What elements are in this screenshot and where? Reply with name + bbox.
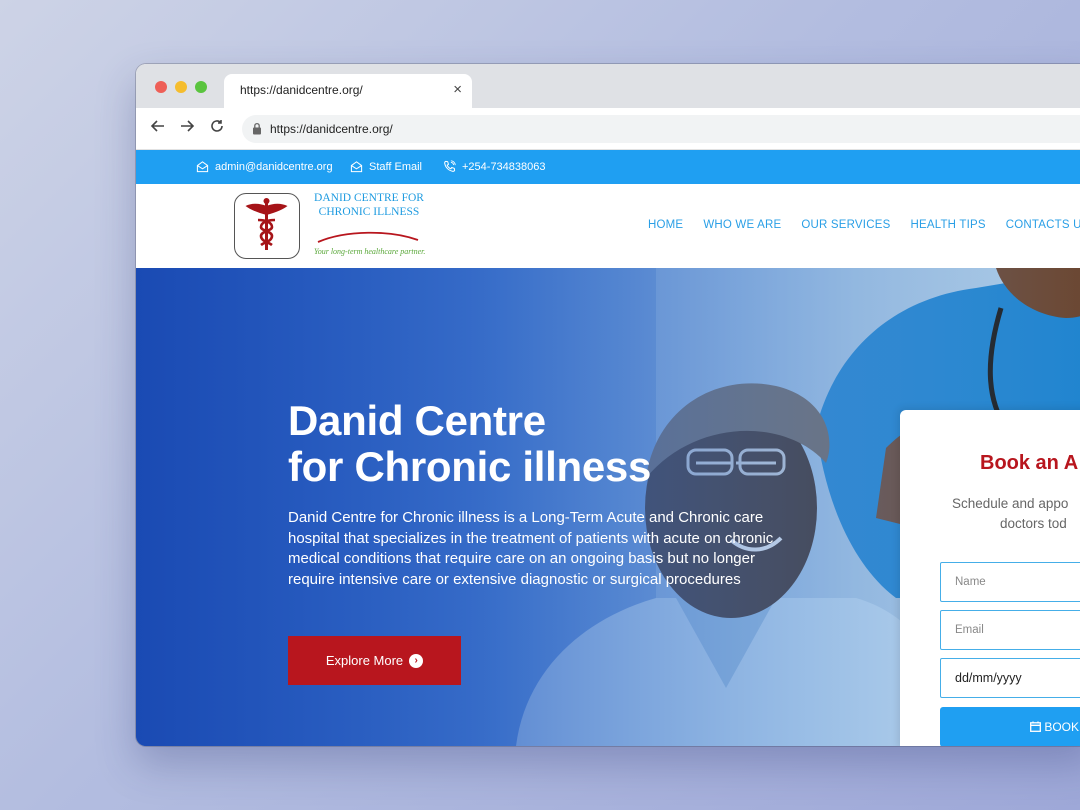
admin-email-link[interactable]: admin@danidcentre.org bbox=[196, 160, 333, 173]
reload-icon[interactable] bbox=[207, 118, 227, 138]
browser-toolbar: https://danidcentre.org/ bbox=[136, 108, 1080, 150]
booking-title: Book an A bbox=[980, 452, 1079, 474]
mail-icon bbox=[196, 161, 209, 173]
logo-name-line2: CHRONIC ILLNESS bbox=[318, 206, 420, 218]
menu-item-our-services[interactable]: OUR SERVICES bbox=[801, 219, 890, 231]
forward-icon[interactable] bbox=[177, 118, 197, 138]
date-field[interactable]: dd/mm/yyyy bbox=[940, 658, 1080, 698]
phone-link[interactable]: +254-734838063 bbox=[443, 160, 546, 173]
booking-subtitle-line1: Schedule and appo bbox=[952, 496, 1069, 511]
name-placeholder: Name bbox=[955, 576, 986, 588]
tab-close-icon[interactable]: × bbox=[453, 81, 462, 98]
admin-email-text: admin@danidcentre.org bbox=[215, 160, 333, 173]
phone-text: +254-734838063 bbox=[462, 160, 546, 173]
book-button[interactable]: BOOK bbox=[940, 707, 1080, 746]
name-field[interactable]: Name bbox=[940, 562, 1080, 602]
site-header: DANID CENTRE FOR CHRONIC ILLNESS Your lo… bbox=[136, 184, 1080, 268]
logo-tagline: Your long-term healthcare partner. bbox=[314, 247, 426, 256]
date-value: dd/mm/yyyy bbox=[955, 671, 1022, 685]
booking-subtitle: Schedule and appo doctors tod bbox=[952, 494, 1080, 534]
menu-item-who-we-are[interactable]: WHO WE ARE bbox=[703, 219, 781, 231]
chevron-right-icon: › bbox=[409, 653, 424, 668]
explore-more-label: Explore More bbox=[325, 653, 404, 668]
maximize-window-button[interactable] bbox=[195, 81, 207, 93]
browser-window: https://danidcentre.org/ × https://danid… bbox=[136, 64, 1080, 746]
book-button-label: BOOK bbox=[1044, 720, 1080, 734]
logo-name-line1: DANID CENTRE FOR bbox=[314, 192, 424, 204]
back-icon[interactable] bbox=[148, 118, 168, 138]
email-placeholder: Email bbox=[955, 624, 984, 636]
hero-title: Danid Centre for Chronic illness bbox=[288, 398, 651, 490]
minimize-window-button[interactable] bbox=[175, 81, 187, 93]
tab-title: https://danidcentre.org/ bbox=[240, 83, 363, 97]
booking-subtitle-line2: doctors tod bbox=[1000, 516, 1067, 531]
email-field[interactable]: Email bbox=[940, 610, 1080, 650]
staff-email-link[interactable]: Staff Email bbox=[350, 160, 422, 173]
mail-icon bbox=[350, 161, 363, 173]
address-bar[interactable]: https://danidcentre.org/ bbox=[242, 115, 1080, 143]
tab-bar: https://danidcentre.org/ × bbox=[136, 64, 1080, 108]
hero-title-line1: Danid Centre bbox=[288, 397, 546, 444]
menu-item-home[interactable]: HOME bbox=[648, 219, 683, 231]
logo-emblem[interactable] bbox=[234, 193, 300, 259]
menu-item-health-tips[interactable]: HEALTH TIPS bbox=[910, 219, 985, 231]
staff-email-text: Staff Email bbox=[369, 160, 422, 173]
browser-tab[interactable]: https://danidcentre.org/ × bbox=[224, 74, 472, 108]
calendar-icon bbox=[1030, 721, 1041, 732]
booking-form: Book an A Schedule and appo doctors tod … bbox=[900, 410, 1080, 746]
logo-name[interactable]: DANID CENTRE FOR CHRONIC ILLNESS bbox=[308, 191, 430, 219]
hero-description: Danid Centre for Chronic illness is a Lo… bbox=[288, 509, 774, 588]
close-window-button[interactable] bbox=[155, 81, 167, 93]
url-text: https://danidcentre.org/ bbox=[270, 122, 393, 136]
main-menu: HOME WHO WE ARE OUR SERVICES HEALTH TIPS… bbox=[648, 219, 1080, 231]
contact-topbar: admin@danidcentre.org Staff Email +254-7… bbox=[136, 150, 1080, 184]
explore-more-button[interactable]: Explore More › bbox=[288, 636, 461, 685]
hero-title-line2: for Chronic illness bbox=[288, 443, 652, 490]
menu-item-contacts-us[interactable]: CONTACTS US bbox=[1006, 219, 1080, 231]
phone-icon bbox=[444, 160, 456, 172]
lock-icon bbox=[253, 122, 261, 135]
logo-arc bbox=[317, 231, 419, 243]
caduceus-icon bbox=[245, 198, 288, 250]
